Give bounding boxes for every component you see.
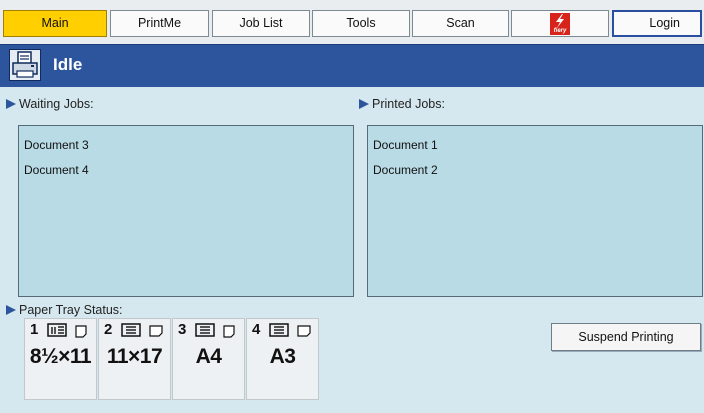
tab-tools[interactable]: Tools [312,10,410,37]
printed-jobs-heading: Printed Jobs: [359,97,445,111]
tray-paper-size: 8½×11 [29,345,92,368]
printer-icon [9,49,41,81]
tab-scan[interactable]: Scan [412,10,509,37]
list-item-waiting-job[interactable]: Document 3 [24,138,89,152]
tray-paper-size: A4 [195,345,222,368]
paper-portrait-icon [223,325,235,338]
tray-number: 4 [252,321,261,338]
paper-portrait-icon [75,325,87,338]
paper-tray-3: 3 A4 [172,318,245,400]
triangle-right-icon [6,99,16,109]
suspend-printing-button[interactable]: Suspend Printing [551,323,701,351]
paper-stack-full-icon [121,323,141,337]
tray-paper-size: A3 [269,345,296,368]
status-header: Idle [0,44,704,87]
paper-tray-4: 4 A3 [246,318,319,400]
tab-login[interactable]: Login [612,10,702,37]
tray-number: 2 [104,321,113,338]
printed-jobs-list[interactable]: Document 1 Document 2 [367,125,703,297]
lightning-bolt-icon [556,14,564,28]
triangle-right-icon [359,99,369,109]
paper-stack-low-icon [47,323,67,337]
triangle-right-icon [6,305,16,315]
waiting-jobs-heading: Waiting Jobs: [6,97,94,111]
tray-number: 3 [178,321,187,338]
tab-bar: Main PrintMe Job List Tools Scan fiery L… [0,0,704,45]
tray-paper-size: 11×17 [106,345,163,368]
paper-landscape-icon [297,325,311,337]
paper-tray-2: 2 11×17 [98,318,171,400]
paper-landscape-icon [149,325,163,337]
paper-stack-full-icon [269,323,289,337]
printed-jobs-label: Printed Jobs: [372,97,445,111]
tray-number: 1 [30,321,39,338]
paper-tray-label: Paper Tray Status: [19,303,123,317]
tab-printme[interactable]: PrintMe [110,10,209,37]
fiery-logo-icon: fiery [550,13,570,35]
list-item-printed-job[interactable]: Document 2 [373,163,438,177]
paper-tray-1: 1 8½×11 [24,318,97,400]
tab-main[interactable]: Main [3,10,107,37]
tab-fiery[interactable]: fiery [511,10,609,37]
fiery-logo-label: fiery [553,28,567,34]
list-item-waiting-job[interactable]: Document 4 [24,163,89,177]
status-title: Idle [53,55,83,74]
paper-tray-heading: Paper Tray Status: [6,303,123,317]
paper-stack-full-icon [195,323,215,337]
waiting-jobs-label: Waiting Jobs: [19,97,94,111]
list-item-printed-job[interactable]: Document 1 [373,138,438,152]
tab-job-list[interactable]: Job List [212,10,310,37]
waiting-jobs-list[interactable]: Document 3 Document 4 [18,125,354,297]
